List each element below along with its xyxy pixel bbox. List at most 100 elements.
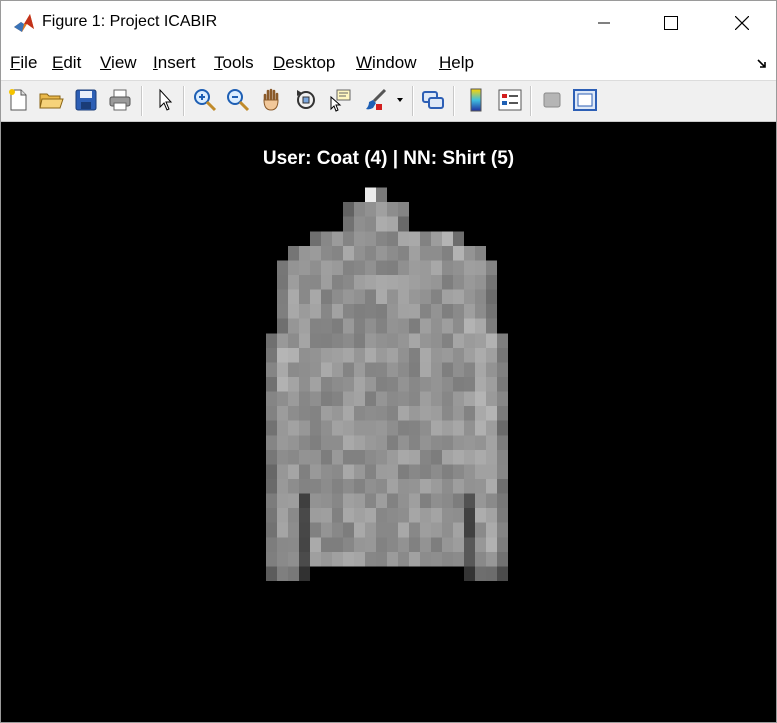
figure-canvas[interactable]: User: Coat (4) | NN: Shirt (5)	[1, 122, 776, 722]
image-pixel	[288, 435, 300, 451]
image-pixel	[497, 391, 509, 407]
show-plot-tools-icon	[573, 89, 597, 111]
image-pixel	[343, 464, 355, 480]
menu-help[interactable]: Help	[439, 53, 474, 73]
close-button[interactable]	[719, 1, 765, 46]
image-pixel	[409, 406, 421, 422]
image-pixel	[409, 493, 421, 509]
image-pixel	[420, 435, 432, 451]
image-pixel	[453, 537, 465, 553]
open-file-button[interactable]	[38, 87, 64, 113]
brush-dropdown-icon[interactable]	[396, 96, 404, 104]
image-pixel	[387, 289, 399, 305]
image-pixel	[343, 245, 355, 261]
image-pixel	[321, 420, 333, 436]
menu-tools[interactable]: Tools	[214, 53, 254, 73]
zoom-out-button[interactable]	[225, 87, 251, 113]
colorbar-icon	[470, 88, 482, 112]
image-pixel	[299, 289, 311, 305]
image-pixel	[266, 420, 278, 436]
image-pixel	[266, 449, 278, 465]
image-pixel	[475, 260, 487, 276]
image-pixel	[420, 245, 432, 261]
image-pixel	[321, 362, 333, 378]
image-pixel	[486, 304, 498, 320]
menu-edit[interactable]: Edit	[52, 53, 81, 73]
image-pixel	[497, 362, 509, 378]
zoom-in-button[interactable]	[192, 87, 218, 113]
insert-colorbar-button[interactable]	[463, 87, 489, 113]
data-cursor-button[interactable]	[327, 87, 353, 113]
image-pixel	[365, 493, 377, 509]
image-pixel	[310, 449, 322, 465]
image-pixel	[332, 289, 344, 305]
image-pixel	[409, 260, 421, 276]
image-pixel	[387, 231, 399, 247]
image-pixel	[343, 377, 355, 392]
image-pixel	[310, 493, 322, 509]
brush-button[interactable]	[363, 87, 389, 113]
image-pixel	[453, 377, 465, 392]
image-pixel	[431, 522, 443, 538]
save-button[interactable]	[73, 87, 99, 113]
image-pixel	[310, 464, 322, 480]
image-pixel	[453, 362, 465, 378]
image-pixel	[354, 362, 366, 378]
image-pixel	[442, 406, 454, 422]
pan-button[interactable]	[259, 87, 285, 113]
image-pixel	[321, 551, 333, 567]
image-pixel	[321, 479, 333, 494]
menu-desktop[interactable]: Desktop	[273, 53, 335, 73]
grayscale-image[interactable]	[233, 173, 541, 581]
image-pixel	[365, 187, 377, 203]
image-pixel	[409, 304, 421, 320]
show-plot-tools-button[interactable]	[572, 87, 598, 113]
image-pixel	[343, 275, 355, 290]
image-pixel	[277, 479, 289, 494]
image-pixel	[321, 260, 333, 276]
hide-plot-tools-button[interactable]	[539, 87, 565, 113]
menu-window[interactable]: Window	[356, 53, 416, 73]
image-pixel	[332, 231, 344, 247]
image-pixel	[464, 347, 476, 363]
image-pixel	[486, 493, 498, 509]
image-pixel	[409, 522, 421, 538]
close-icon	[735, 16, 749, 30]
menu-insert[interactable]: Insert	[153, 53, 196, 73]
new-figure-button[interactable]	[5, 87, 31, 113]
image-pixel	[453, 435, 465, 451]
image-pixel	[354, 551, 366, 567]
edit-plot-button[interactable]	[152, 87, 178, 113]
image-pixel	[266, 566, 278, 581]
matlab-icon	[13, 12, 35, 34]
menu-file[interactable]: File	[10, 53, 37, 73]
image-pixel	[376, 420, 388, 436]
maximize-button[interactable]	[648, 1, 694, 46]
image-pixel	[464, 377, 476, 392]
rotate-3d-button[interactable]	[293, 87, 319, 113]
image-pixel	[332, 508, 344, 524]
image-pixel	[321, 347, 333, 363]
menu-view[interactable]: View	[100, 53, 137, 73]
image-pixel	[288, 260, 300, 276]
image-pixel	[475, 420, 487, 436]
image-pixel	[497, 449, 509, 465]
dock-arrow-icon[interactable]	[757, 58, 769, 70]
title-bar[interactable]: Figure 1: Project ICABIR	[1, 1, 776, 46]
insert-legend-button[interactable]	[497, 87, 523, 113]
image-pixel	[475, 318, 487, 334]
print-button[interactable]	[107, 87, 133, 113]
image-pixel	[431, 391, 443, 407]
image-pixel	[376, 377, 388, 392]
image-pixel	[266, 493, 278, 509]
image-pixel	[431, 435, 443, 451]
image-pixel	[453, 493, 465, 509]
image-pixel	[464, 449, 476, 465]
image-pixel	[299, 479, 311, 494]
image-pixel	[431, 493, 443, 509]
link-plot-button[interactable]	[420, 87, 446, 113]
save-icon	[75, 89, 97, 111]
image-pixel	[365, 333, 377, 349]
minimize-button[interactable]	[581, 1, 627, 46]
image-pixel	[277, 406, 289, 422]
